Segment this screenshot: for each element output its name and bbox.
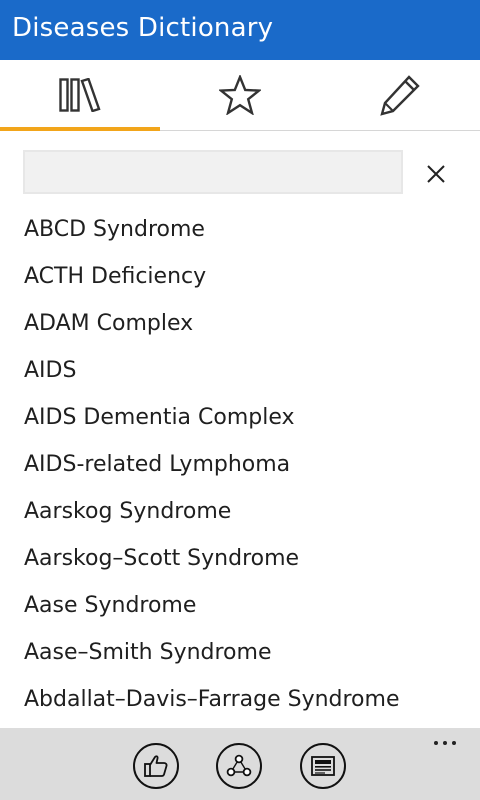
disease-list: ABCD Syndrome ACTH Deficiency ADAM Compl… [0,206,480,726]
tab-notes[interactable] [320,60,480,130]
list-item[interactable]: AIDS [0,347,480,394]
news-icon [311,756,335,776]
more-button[interactable] [428,732,462,754]
clear-search-button[interactable] [420,158,452,190]
list-item[interactable]: Abdallat–Davis–Farrage Syndrome [0,676,480,723]
app-bar [0,728,480,800]
list-item[interactable]: Aarskog–Scott Syndrome [0,535,480,582]
tab-favorites[interactable] [160,60,320,130]
star-icon [219,75,261,115]
app-title: Diseases Dictionary [12,13,274,43]
library-icon [59,78,101,112]
close-icon [427,165,445,183]
tab-library[interactable] [0,60,160,131]
list-item[interactable]: Aase–Smith Syndrome [0,629,480,676]
list-item[interactable]: AIDS-related Lymphoma [0,441,480,488]
list-item[interactable]: ADAM Complex [0,300,480,347]
like-button[interactable] [133,743,179,789]
tab-bar [0,60,480,131]
list-item[interactable]: AIDS Dementia Complex [0,394,480,441]
search-row [0,130,480,210]
more-icon [434,741,438,745]
thumbs-up-icon [144,755,168,777]
title-bar: Diseases Dictionary [0,0,480,60]
list-item[interactable]: ACTH Deficiency [0,253,480,300]
share-button[interactable] [216,743,262,789]
share-icon [226,754,252,777]
list-item[interactable]: Aarskog Syndrome [0,488,480,535]
search-input[interactable] [23,150,403,194]
list-item[interactable]: Aase Syndrome [0,582,480,629]
list-item[interactable]: ABCD Syndrome [0,206,480,253]
pencil-icon [380,75,420,116]
news-button[interactable] [300,743,346,789]
